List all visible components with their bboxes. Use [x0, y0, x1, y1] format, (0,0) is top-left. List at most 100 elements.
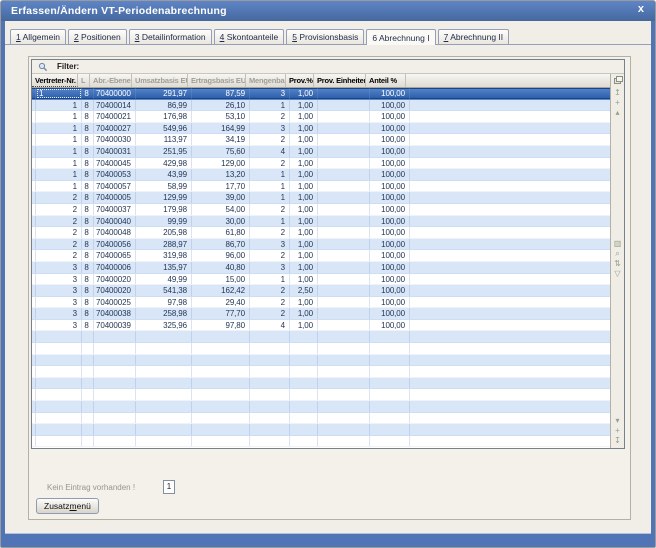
- cell[interactable]: 30,00: [192, 216, 250, 227]
- cell[interactable]: 8: [82, 146, 94, 157]
- column-header-mengenbasis[interactable]: Mengenbasis: [246, 74, 286, 87]
- cell[interactable]: 100,00: [370, 192, 410, 203]
- cell[interactable]: 86,70: [192, 239, 250, 250]
- extras-menu-button[interactable]: Zusatzmenü: [36, 498, 99, 514]
- cell[interactable]: 70400020: [94, 285, 136, 296]
- cell[interactable]: 77,70: [192, 308, 250, 319]
- cell[interactable]: 70400040: [94, 216, 136, 227]
- table-row[interactable]: 287040004099,9930,0011,00100,00: [32, 216, 610, 228]
- cell[interactable]: 70400065: [94, 250, 136, 261]
- cell[interactable]: 8: [82, 274, 94, 285]
- cell[interactable]: 3: [36, 285, 82, 296]
- cell[interactable]: 1,00: [290, 169, 318, 180]
- cell[interactable]: 1: [250, 100, 290, 111]
- cell[interactable]: 3: [36, 297, 82, 308]
- cell[interactable]: 1: [36, 158, 82, 169]
- cell[interactable]: 86,99: [136, 100, 192, 111]
- cell[interactable]: 70400056: [94, 239, 136, 250]
- cell[interactable]: 87,59: [192, 88, 250, 99]
- cell[interactable]: 2: [250, 297, 290, 308]
- cell[interactable]: 61,80: [192, 227, 250, 238]
- scroll-down-icon[interactable]: ▾: [611, 416, 624, 426]
- cell[interactable]: 1: [36, 100, 82, 111]
- column-header-l[interactable]: L: [78, 74, 90, 87]
- cell[interactable]: 8: [82, 239, 94, 250]
- columns-icon[interactable]: ▥: [611, 239, 624, 249]
- cell[interactable]: 100,00: [370, 146, 410, 157]
- cell[interactable]: 2: [36, 227, 82, 238]
- sort-icon[interactable]: ⇅: [611, 259, 624, 269]
- cell[interactable]: 541,38: [136, 285, 192, 296]
- cell[interactable]: 100,00: [370, 308, 410, 319]
- cell[interactable]: 1,00: [290, 204, 318, 215]
- cell[interactable]: 2: [36, 192, 82, 203]
- cell[interactable]: 53,10: [192, 111, 250, 122]
- cell[interactable]: 70400005: [94, 192, 136, 203]
- cell[interactable]: 100,00: [370, 216, 410, 227]
- cell[interactable]: 2: [36, 250, 82, 261]
- cell[interactable]: 8: [82, 204, 94, 215]
- cell[interactable]: 1,00: [290, 297, 318, 308]
- filter-funnel-icon[interactable]: ▽: [611, 269, 624, 279]
- scroll-up-icon[interactable]: ▴: [611, 108, 624, 118]
- table-row[interactable]: 387040002597,9829,4021,00100,00: [32, 297, 610, 309]
- cell[interactable]: 1,00: [290, 320, 318, 331]
- cell[interactable]: 40,80: [192, 262, 250, 273]
- cell[interactable]: 29,40: [192, 297, 250, 308]
- cell[interactable]: 8: [82, 250, 94, 261]
- table-row[interactable]: 1870400021176,9853,1021,00100,00: [32, 111, 610, 123]
- cell[interactable]: 1,00: [290, 216, 318, 227]
- scroll-page-up-icon[interactable]: +: [611, 98, 624, 108]
- cell[interactable]: 8: [82, 181, 94, 192]
- table-row[interactable]: 3870400006135,9740,8031,00100,00: [32, 262, 610, 274]
- cell[interactable]: 129,99: [136, 192, 192, 203]
- cell[interactable]: 2: [250, 204, 290, 215]
- cell[interactable]: 3: [36, 262, 82, 273]
- cell[interactable]: 1,00: [290, 88, 318, 99]
- cell[interactable]: [318, 204, 370, 215]
- record-counter-field[interactable]: 1: [163, 480, 175, 494]
- cell[interactable]: 179,98: [136, 204, 192, 215]
- filter-search-icon[interactable]: [38, 62, 48, 72]
- cell[interactable]: 26,10: [192, 100, 250, 111]
- column-header-ertragsbasis-eur[interactable]: Ertragsbasis EUR: [188, 74, 246, 87]
- cell[interactable]: 100,00: [370, 88, 410, 99]
- cell[interactable]: 319,98: [136, 250, 192, 261]
- cell[interactable]: 8: [82, 308, 94, 319]
- cell[interactable]: 1: [250, 216, 290, 227]
- cell[interactable]: [318, 88, 370, 99]
- cell[interactable]: 70400021: [94, 111, 136, 122]
- cell[interactable]: 2: [250, 250, 290, 261]
- cell[interactable]: 1: [36, 146, 82, 157]
- cell[interactable]: 17,70: [192, 181, 250, 192]
- cell[interactable]: 4: [250, 320, 290, 331]
- column-header-vertreter-nr[interactable]: Vertreter-Nr.: [32, 74, 78, 87]
- tab-detailinformation[interactable]: 3 Detailinformation: [129, 29, 212, 44]
- column-header-abr-ebene[interactable]: Abr.-Ebene: [90, 74, 132, 87]
- cell[interactable]: 70400039: [94, 320, 136, 331]
- table-row[interactable]: 2870400037179,9854,0021,00100,00: [32, 204, 610, 216]
- tab-positionen[interactable]: 2 Positionen: [68, 29, 127, 44]
- cell[interactable]: 100,00: [370, 111, 410, 122]
- cell[interactable]: 1: [250, 169, 290, 180]
- cell[interactable]: 49,99: [136, 274, 192, 285]
- table-row[interactable]: 387040002049,9915,0011,00100,00: [32, 274, 610, 286]
- cell[interactable]: 2: [250, 308, 290, 319]
- cell[interactable]: 1,00: [290, 192, 318, 203]
- table-row[interactable]: 1870400027549,96164,9931,00100,00: [32, 123, 610, 135]
- column-header-anteil[interactable]: Anteil %: [366, 74, 406, 87]
- cell[interactable]: 1,00: [290, 100, 318, 111]
- cell[interactable]: 1,00: [290, 111, 318, 122]
- cell[interactable]: 258,98: [136, 308, 192, 319]
- search-icon[interactable]: ⌕: [611, 249, 624, 259]
- cell[interactable]: 1,00: [290, 262, 318, 273]
- cell[interactable]: 1,00: [290, 158, 318, 169]
- cell[interactable]: 8: [82, 158, 94, 169]
- cell[interactable]: 70400057: [94, 181, 136, 192]
- cell[interactable]: 39,00: [192, 192, 250, 203]
- table-row[interactable]: 3870400020541,38162,4222,50100,00: [32, 285, 610, 297]
- cell[interactable]: 1: [36, 181, 82, 192]
- cell[interactable]: 100,00: [370, 169, 410, 180]
- tab-abrechnung-i[interactable]: 6 Abrechnung I: [366, 29, 435, 45]
- scroll-page-down-icon[interactable]: +: [611, 426, 624, 436]
